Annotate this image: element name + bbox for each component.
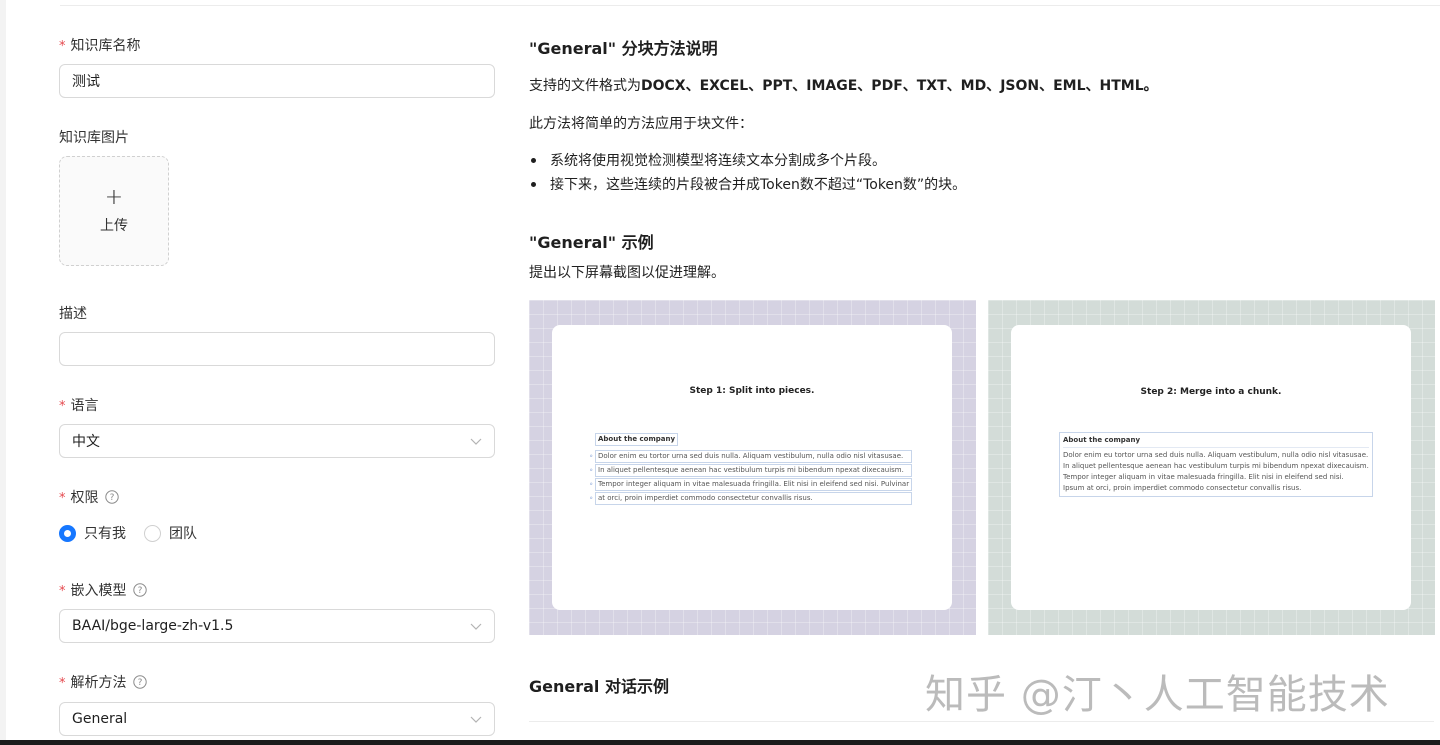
svg-text:?: ? [137, 586, 142, 596]
method-intro: 此方法将简单的方法应用于块文件： [529, 116, 753, 132]
step1-title: Step 1: Split into pieces. [689, 386, 815, 396]
description-label: 描述 [59, 306, 87, 322]
language-select[interactable]: 中文 [59, 424, 495, 458]
parse-method-select[interactable]: General [59, 702, 495, 736]
required-mark: * [59, 490, 66, 506]
chevron-down-icon [470, 623, 482, 630]
radio-selected-icon [59, 524, 76, 542]
example-card: Step 2: Merge into a chunk. About the co… [1011, 325, 1411, 610]
kb-image-label: 知识库图片 [59, 130, 129, 146]
chevron-down-icon [470, 438, 482, 445]
upload-label: 上传 [100, 218, 128, 234]
radio-unselected-icon [144, 524, 161, 542]
question-circle-icon[interactable]: ? [132, 675, 147, 689]
radio-only-me[interactable]: 只有我 [59, 523, 126, 543]
watermark: 知乎 @汀丶人工智能技术 [925, 672, 1390, 718]
radio-team[interactable]: 团队 [144, 523, 197, 543]
permission-label: * 权限 ? [59, 487, 119, 507]
knowledge-base-form: * 知识库名称 知识库图片 + 上传 描述 * 语言 中文 * 权限 ? 只有我… [59, 0, 495, 740]
plus-icon: + [104, 185, 124, 210]
kb-name-input[interactable] [59, 64, 495, 98]
language-label: * 语言 [59, 398, 99, 414]
split-sample-text: About the company Dolor enim eu tortor u… [589, 433, 913, 506]
left-edge [0, 0, 6, 745]
chat-example-title: General 对话示例 [529, 677, 669, 696]
example-image-step2: Step 2: Merge into a chunk. About the co… [988, 300, 1435, 635]
chevron-down-icon [470, 716, 482, 723]
question-circle-icon[interactable]: ? [132, 583, 147, 597]
question-circle-icon[interactable]: ? [104, 490, 119, 504]
svg-text:?: ? [109, 493, 114, 503]
parse-method-value: General [72, 711, 128, 727]
permission-radio-group: 只有我 团队 [59, 523, 215, 543]
method-title: "General" 分块方法说明 [529, 39, 718, 58]
embedding-model-label: * 嵌入模型 ? [59, 580, 147, 600]
method-bullet-list: 系统将使用视觉检测模型将连续文本分割成多个片段。 接下来，这些连续的片段被合并成… [529, 151, 966, 199]
language-value: 中文 [72, 434, 100, 450]
example-image-step1: Step 1: Split into pieces. About the com… [529, 300, 976, 635]
required-mark: * [59, 675, 66, 691]
merged-sample-text: About the company Dolor enim eu tortor u… [1059, 432, 1373, 497]
parse-method-label: * 解析方法 ? [59, 672, 147, 692]
supported-formats: 支持的文件格式为DOCX、EXCEL、PPT、IMAGE、PDF、TXT、MD、… [529, 78, 1158, 94]
required-mark: * [59, 38, 66, 54]
list-item: 接下来，这些连续的片段被合并成Token数不超过“Token数”的块。 [529, 175, 966, 199]
section-divider [529, 721, 1434, 722]
method-description-panel: "General" 分块方法说明 支持的文件格式为DOCX、EXCEL、PPT、… [529, 0, 1435, 740]
description-input[interactable] [59, 332, 495, 366]
list-item: 系统将使用视觉检测模型将连续文本分割成多个片段。 [529, 151, 966, 175]
required-mark: * [59, 398, 66, 414]
embedding-model-select[interactable]: BAAI/bge-large-zh-v1.5 [59, 609, 495, 643]
bottom-bar [0, 740, 1440, 745]
example-card: Step 1: Split into pieces. About the com… [552, 325, 952, 610]
example-description: 提出以下屏幕截图以促进理解。 [529, 265, 725, 281]
step2-title: Step 2: Merge into a chunk. [1140, 387, 1282, 397]
image-upload-button[interactable]: + 上传 [59, 156, 169, 266]
svg-text:?: ? [137, 678, 142, 688]
embedding-model-value: BAAI/bge-large-zh-v1.5 [72, 618, 234, 634]
required-mark: * [59, 583, 66, 599]
kb-name-label: * 知识库名称 [59, 38, 141, 54]
example-title: "General" 示例 [529, 233, 654, 252]
